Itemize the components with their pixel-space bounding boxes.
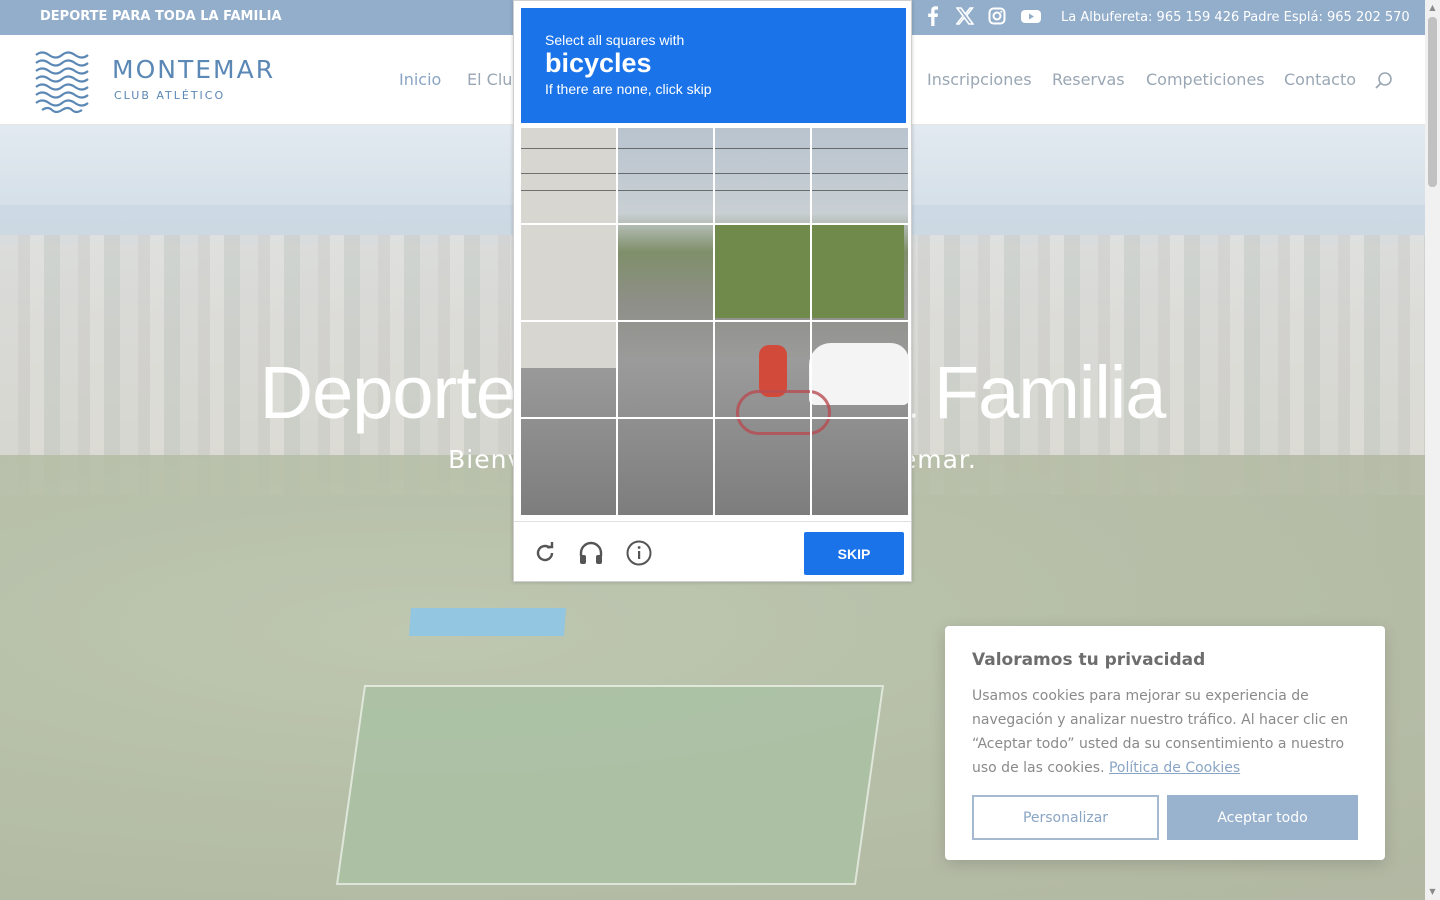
nav-inscripciones[interactable]: Inscripciones <box>927 70 1032 89</box>
brand-subtitle: CLUB ATLÉTICO <box>114 89 226 102</box>
captcha-header: Select all squares with bicycles If ther… <box>521 8 906 123</box>
scroll-down-arrow-icon[interactable]: ▼ <box>1428 887 1437 897</box>
captcha-tile[interactable] <box>618 225 713 320</box>
captcha-tile[interactable] <box>521 128 616 223</box>
facebook-icon[interactable] <box>924 6 942 27</box>
nav-inicio[interactable]: Inicio <box>399 70 441 89</box>
cookie-title: Valoramos tu privacidad <box>972 650 1206 670</box>
captcha-tile[interactable] <box>618 419 713 514</box>
contact-padre-espla[interactable]: Padre Esplá: 965 202 570 <box>1243 10 1410 25</box>
headphones-icon[interactable] <box>578 540 604 566</box>
nav-reservas[interactable]: Reservas <box>1052 70 1125 89</box>
captcha-target: bicycles <box>545 48 652 78</box>
captcha-image-grid <box>521 128 909 515</box>
customize-button[interactable]: Personalizar <box>972 795 1159 840</box>
x-icon[interactable] <box>955 6 975 26</box>
contact-albufereta[interactable]: La Albufereta: 965 159 426 <box>1061 10 1239 25</box>
captcha-tile[interactable] <box>715 419 810 514</box>
captcha-tile[interactable] <box>715 128 810 223</box>
grid-divider <box>521 320 908 322</box>
captcha-tile[interactable] <box>812 225 907 320</box>
captcha-tile[interactable] <box>521 225 616 320</box>
captcha-tile[interactable] <box>618 128 713 223</box>
captcha-tile[interactable] <box>715 322 810 417</box>
captcha-tile[interactable] <box>521 419 616 514</box>
captcha-tile[interactable] <box>812 128 907 223</box>
captcha-challenge: Select all squares with bicycles If ther… <box>513 0 912 582</box>
search-icon[interactable] <box>1374 71 1394 95</box>
tagline: DEPORTE PARA TODA LA FAMILIA <box>40 9 282 24</box>
cookie-text: Usamos cookies para mejorar su experienc… <box>972 684 1362 780</box>
grid-divider <box>521 223 908 225</box>
captcha-tile[interactable] <box>812 419 907 514</box>
brand-name: MONTEMAR <box>112 55 276 84</box>
youtube-icon[interactable] <box>1020 6 1042 26</box>
captcha-hint: If there are none, click skip <box>545 81 712 97</box>
logo-waves-icon <box>35 51 89 113</box>
accept-all-button[interactable]: Aceptar todo <box>1167 795 1358 840</box>
scrollbar-thumb[interactable] <box>1428 17 1437 187</box>
instagram-icon[interactable] <box>988 6 1006 26</box>
captcha-instruction: Select all squares with <box>545 32 685 48</box>
logo[interactable]: MONTEMAR CLUB ATLÉTICO <box>34 49 294 113</box>
grid-divider <box>521 417 908 419</box>
page-scrollbar[interactable]: ▲ ▼ <box>1425 0 1440 900</box>
nav-contacto[interactable]: Contacto <box>1284 70 1356 89</box>
captcha-tile[interactable] <box>715 225 810 320</box>
captcha-tile[interactable] <box>618 322 713 417</box>
captcha-skip-button[interactable]: SKIP <box>804 532 904 575</box>
captcha-tile[interactable] <box>521 322 616 417</box>
nav-competiciones[interactable]: Competiciones <box>1146 70 1265 89</box>
reload-icon[interactable] <box>532 540 558 566</box>
info-icon[interactable] <box>626 540 652 566</box>
social-links <box>924 6 1042 27</box>
captcha-tile[interactable] <box>812 322 907 417</box>
captcha-footer: SKIP <box>514 521 911 581</box>
cookie-policy-link[interactable]: Política de Cookies <box>1109 760 1240 776</box>
cookie-consent-panel: Valoramos tu privacidad Usamos cookies p… <box>945 626 1385 860</box>
scroll-up-arrow-icon[interactable]: ▲ <box>1428 3 1437 13</box>
